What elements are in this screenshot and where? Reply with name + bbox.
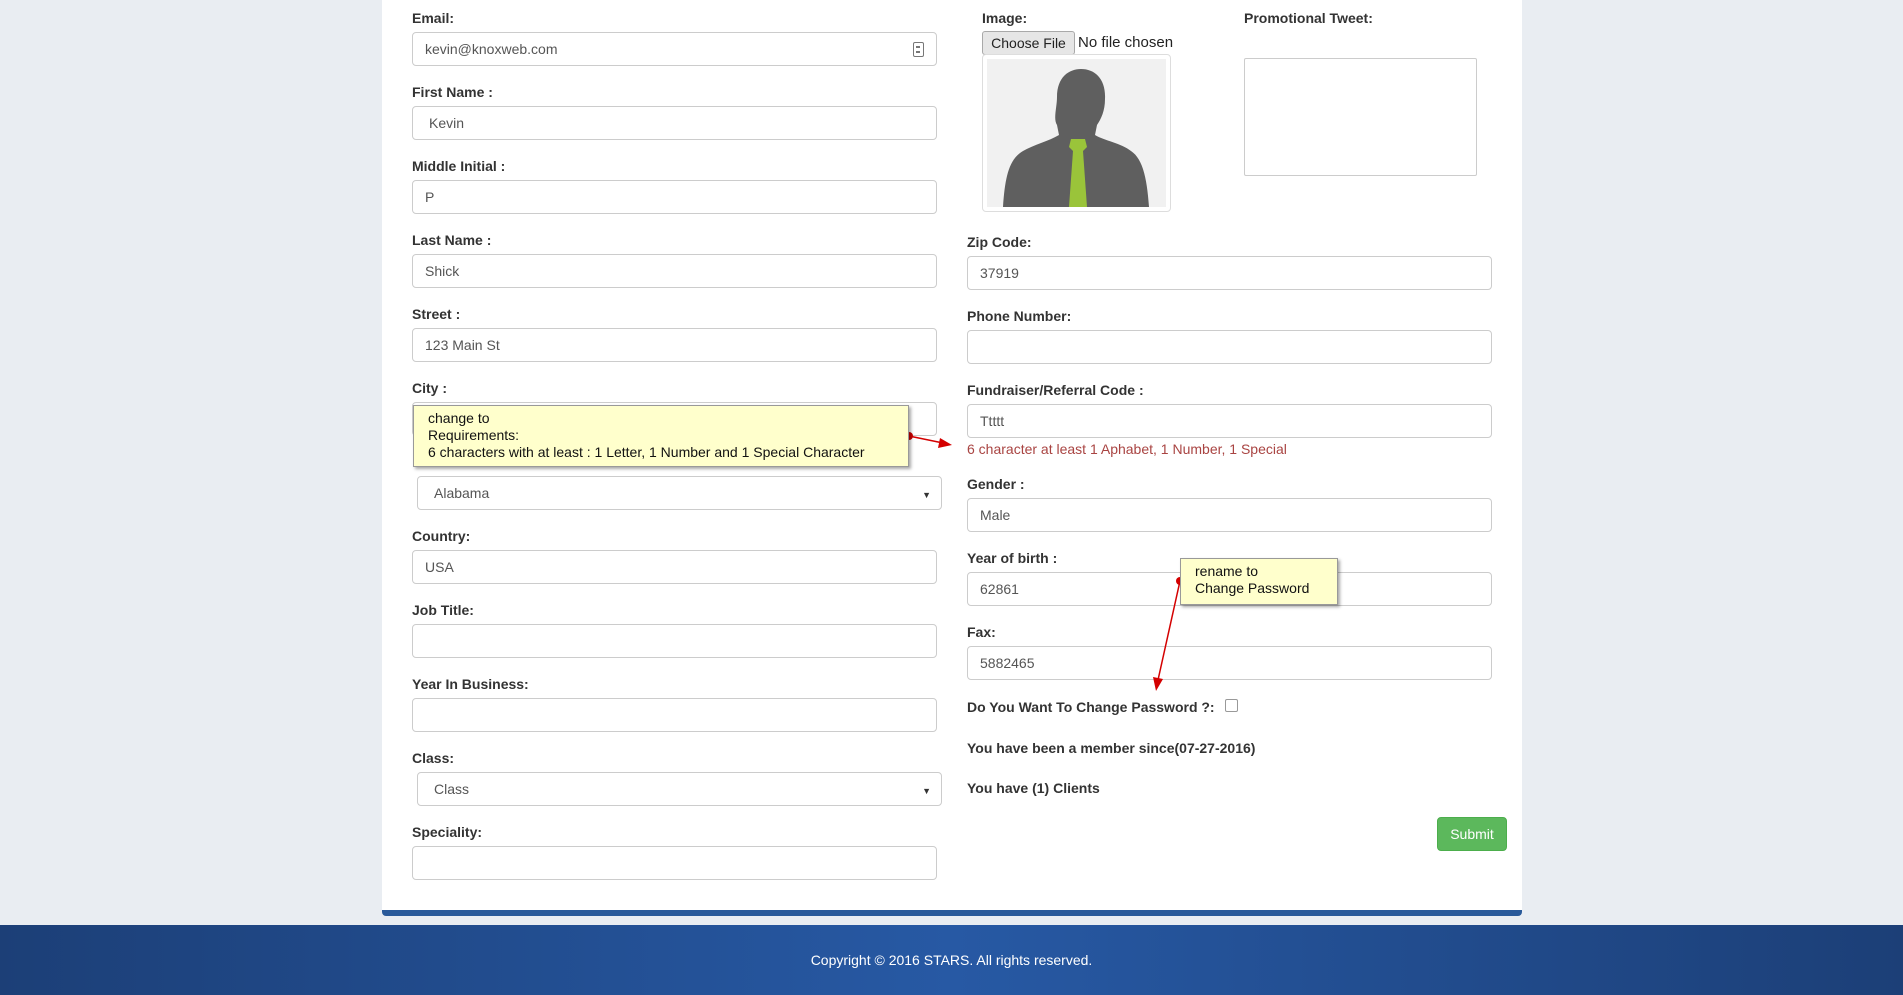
gender-value: Male bbox=[980, 507, 1011, 523]
year-in-business-field[interactable] bbox=[412, 698, 937, 732]
rename-note: rename to Change Password bbox=[1180, 558, 1338, 605]
zip-code-field[interactable]: 37919 bbox=[967, 256, 1492, 290]
year-in-business-label: Year In Business: bbox=[412, 676, 529, 692]
requirements-note-line2: Requirements: bbox=[428, 427, 520, 443]
middle-initial-field[interactable]: P bbox=[412, 180, 937, 214]
job-title-field[interactable] bbox=[412, 624, 937, 658]
last-name-value: Shick bbox=[425, 263, 460, 279]
speciality-label: Speciality: bbox=[412, 824, 483, 840]
fax-value: 5882465 bbox=[980, 655, 1035, 671]
change-password-label: Do You Want To Change Password ?: bbox=[967, 699, 1215, 715]
zip-code-value: 37919 bbox=[980, 265, 1019, 281]
country-value: USA bbox=[425, 559, 454, 575]
promotional-tweet-textarea[interactable] bbox=[1244, 58, 1477, 176]
profile-image bbox=[982, 54, 1171, 212]
footer: Copyright © 2016 STARS. All rights reser… bbox=[0, 925, 1903, 995]
city-label: City : bbox=[412, 380, 447, 396]
requirements-note: change to Requirements: 6 characters wit… bbox=[413, 405, 909, 467]
class-label: Class: bbox=[412, 750, 455, 766]
gender-label: Gender : bbox=[967, 476, 1025, 492]
zip-code-label: Zip Code: bbox=[967, 234, 1032, 250]
email-value: kevin@knoxweb.com bbox=[425, 41, 558, 57]
phone-number-field[interactable] bbox=[967, 330, 1492, 364]
country-field[interactable]: USA bbox=[412, 550, 937, 584]
middle-initial-value: P bbox=[425, 189, 435, 205]
person-silhouette-icon bbox=[1003, 69, 1149, 207]
rename-note-line1: rename to bbox=[1195, 563, 1259, 579]
class-select[interactable]: Class ▼ bbox=[417, 772, 942, 806]
job-title-label: Job Title: bbox=[412, 602, 474, 618]
fax-label: Fax: bbox=[967, 624, 996, 640]
middle-initial-label: Middle Initial : bbox=[412, 158, 506, 174]
chevron-down-icon: ▼ bbox=[922, 786, 931, 796]
submit-button[interactable]: Submit bbox=[1437, 817, 1507, 851]
state-select[interactable]: Alabama ▼ bbox=[417, 476, 942, 510]
fax-field[interactable]: 5882465 bbox=[967, 646, 1492, 680]
promotional-tweet-label: Promotional Tweet: bbox=[1244, 10, 1373, 26]
first-name-value: Kevin bbox=[429, 115, 465, 131]
year-of-birth-value: 62861 bbox=[980, 581, 1019, 597]
speciality-field[interactable] bbox=[412, 846, 937, 880]
last-name-field[interactable]: Shick bbox=[412, 254, 937, 288]
referral-code-label: Fundraiser/Referral Code : bbox=[967, 382, 1144, 398]
change-password-checkbox[interactable] bbox=[1225, 699, 1238, 712]
requirements-note-line3: 6 characters with at least : 1 Letter, 1… bbox=[428, 444, 865, 460]
clients-count-text: You have (1) Clients bbox=[967, 780, 1100, 796]
chevron-down-icon: ▼ bbox=[922, 490, 931, 500]
member-since-text: You have been a member since(07-27-2016) bbox=[967, 740, 1256, 756]
email-field[interactable]: kevin@knoxweb.com bbox=[412, 32, 937, 66]
contact-card-icon bbox=[913, 42, 924, 57]
file-status: No file chosen bbox=[1078, 34, 1174, 51]
state-value: Alabama bbox=[434, 485, 490, 501]
email-label: Email: bbox=[412, 10, 455, 26]
country-label: Country: bbox=[412, 528, 471, 544]
referral-code-error: 6 character at least 1 Aphabet, 1 Number… bbox=[967, 441, 1287, 457]
choose-file-button[interactable]: Choose File bbox=[982, 31, 1075, 55]
copyright-text: Copyright © 2016 STARS. All rights reser… bbox=[810, 952, 1093, 968]
street-value: 123 Main St bbox=[425, 337, 500, 353]
phone-number-label: Phone Number: bbox=[967, 308, 1072, 324]
street-field[interactable]: 123 Main St bbox=[412, 328, 937, 362]
requirements-note-line1: change to bbox=[428, 410, 490, 426]
image-label: Image: bbox=[982, 10, 1028, 26]
referral-code-value: Ttttt bbox=[980, 413, 1005, 429]
last-name-label: Last Name : bbox=[412, 232, 492, 248]
first-name-label: First Name : bbox=[412, 84, 493, 100]
referral-code-field[interactable]: Ttttt bbox=[967, 404, 1492, 438]
first-name-field[interactable]: Kevin bbox=[412, 106, 937, 140]
street-label: Street : bbox=[412, 306, 461, 322]
class-value: Class bbox=[434, 781, 470, 797]
rename-note-line2: Change Password bbox=[1195, 580, 1310, 596]
year-of-birth-label: Year of birth : bbox=[967, 550, 1058, 566]
gender-field[interactable]: Male bbox=[967, 498, 1492, 532]
